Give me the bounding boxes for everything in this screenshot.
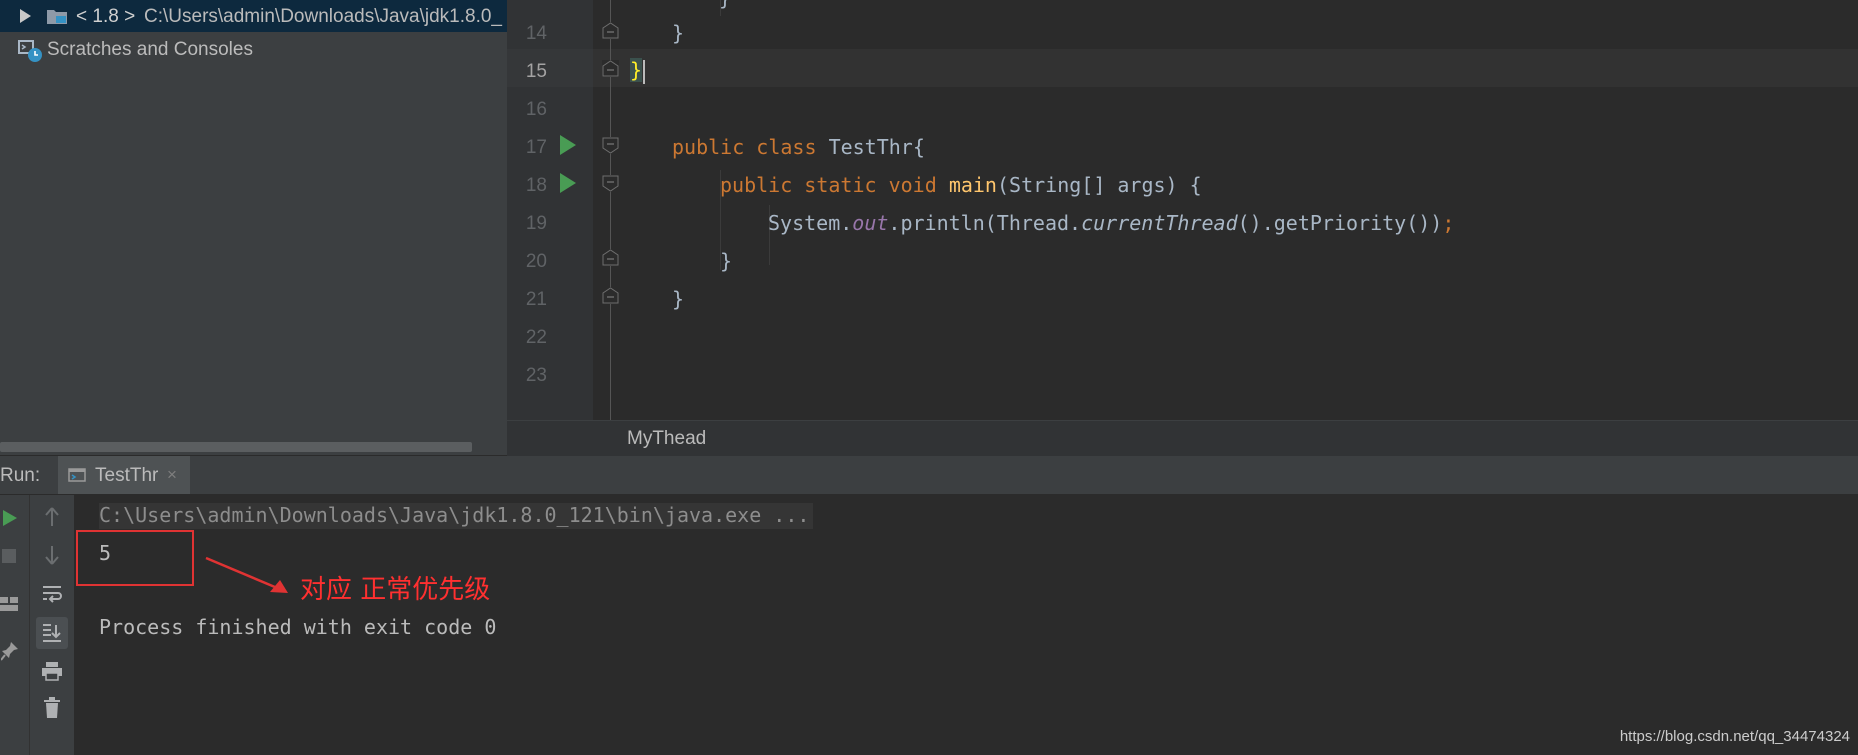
breadcrumb: MyThead bbox=[507, 420, 1858, 456]
line-number: 13 bbox=[513, 0, 547, 4]
class-name: TestThr{ bbox=[828, 135, 925, 159]
jdk-version-label: < 1.8 > bbox=[76, 6, 136, 27]
trash-icon[interactable] bbox=[43, 697, 61, 719]
code-line: } bbox=[672, 21, 685, 45]
pin-icon[interactable] bbox=[1, 641, 19, 661]
line-number: 19 bbox=[525, 213, 547, 234]
fold-end-icon[interactable] bbox=[602, 60, 619, 77]
console-command-line: C:\Users\admin\Downloads\Java\jdk1.8.0_1… bbox=[99, 503, 814, 529]
fold-start-icon[interactable] bbox=[602, 137, 619, 154]
console-exit-message: Process finished with exit code 0 bbox=[99, 615, 497, 639]
code-line: } bbox=[720, 249, 733, 273]
line-number-current: 15 bbox=[525, 61, 547, 82]
annotation-arrow-icon bbox=[205, 556, 288, 593]
project-panel: < 1.8 > C:\Users\admin\Downloads\Java\jd… bbox=[0, 0, 507, 455]
library-folder-icon bbox=[47, 10, 67, 24]
keyword: class bbox=[756, 135, 817, 159]
code-text: (String[] args) { bbox=[996, 173, 1202, 197]
stop-icon[interactable] bbox=[2, 549, 16, 563]
arrow-up-icon[interactable] bbox=[44, 507, 60, 527]
text-caret bbox=[643, 59, 646, 84]
line-number: 22 bbox=[525, 327, 547, 348]
fold-end-icon[interactable] bbox=[602, 287, 619, 304]
expand-arrow-icon[interactable] bbox=[20, 9, 31, 23]
current-line-highlight bbox=[593, 49, 1858, 87]
keyword: static bbox=[804, 173, 877, 197]
run-toolbar-right bbox=[30, 495, 75, 755]
fold-end-icon[interactable] bbox=[602, 22, 619, 39]
jdk-path-label: C:\Users\admin\Downloads\Java\jdk1.8.0_ bbox=[144, 6, 503, 27]
semicolon: ; bbox=[1442, 211, 1455, 235]
close-icon[interactable]: × bbox=[167, 465, 177, 485]
rerun-icon[interactable] bbox=[2, 509, 18, 527]
static-method: currentThread bbox=[1081, 211, 1238, 235]
console-output-area[interactable]: C:\Users\admin\Downloads\Java\jdk1.8.0_1… bbox=[75, 495, 1858, 755]
line-number: 21 bbox=[525, 289, 547, 310]
code-line: } bbox=[719, 0, 731, 10]
code-editor[interactable]: 13 14 15 16 17 18 19 20 21 22 23 } } } p… bbox=[507, 0, 1858, 420]
fold-end-icon[interactable] bbox=[602, 249, 619, 266]
project-horizontal-scrollbar[interactable] bbox=[0, 442, 472, 452]
code-text: System. bbox=[768, 211, 853, 235]
breadcrumb-item[interactable]: MyThead bbox=[627, 428, 706, 450]
annotation-text: 对应 正常优先级 bbox=[300, 575, 491, 605]
run-toolwindow-header: Run: TestThr × bbox=[0, 456, 1858, 495]
console-tab-icon bbox=[68, 468, 86, 482]
run-tab-testthr[interactable]: TestThr × bbox=[58, 456, 190, 494]
run-toolbar-left bbox=[0, 495, 30, 755]
code-line: public static void main(String[] args) { bbox=[720, 173, 1202, 197]
line-number: 17 bbox=[525, 137, 547, 158]
soft-wrap-icon[interactable] bbox=[41, 583, 63, 605]
keyword: void bbox=[888, 173, 937, 197]
code-text: .println(Thread. bbox=[888, 211, 1082, 235]
code-text: ().getPriority()) bbox=[1237, 211, 1443, 235]
line-number: 23 bbox=[525, 365, 547, 386]
line-number: 14 bbox=[525, 23, 547, 44]
restore-layout-icon[interactable] bbox=[0, 596, 18, 612]
keyword: public bbox=[672, 135, 745, 159]
watermark: https://blog.csdn.net/qq_34474324 bbox=[1619, 728, 1850, 745]
line-number: 20 bbox=[525, 251, 547, 272]
run-class-gutter-icon[interactable] bbox=[560, 135, 576, 155]
code-line-current: } bbox=[630, 58, 646, 84]
tree-item-scratches[interactable]: Scratches and Consoles bbox=[0, 34, 507, 66]
run-main-gutter-icon[interactable] bbox=[560, 173, 576, 193]
scratches-label: Scratches and Consoles bbox=[47, 39, 253, 60]
run-tab-label: TestThr bbox=[95, 465, 159, 486]
tree-item-jdk[interactable]: < 1.8 > C:\Users\admin\Downloads\Java\jd… bbox=[0, 0, 507, 32]
keyword: public bbox=[720, 173, 793, 197]
scroll-to-end-toggle[interactable] bbox=[36, 617, 68, 649]
scratches-icon bbox=[18, 40, 42, 62]
code-line: public class TestThr{ bbox=[672, 135, 925, 159]
line-number: 18 bbox=[525, 175, 547, 196]
run-title: Run: bbox=[0, 465, 41, 486]
code-line: } bbox=[672, 287, 685, 311]
matched-brace: } bbox=[630, 58, 643, 82]
code-line: System.out.println(Thread.currentThread(… bbox=[768, 211, 1454, 235]
annotation-highlight-box bbox=[76, 530, 194, 586]
fold-start-icon[interactable] bbox=[602, 175, 619, 192]
method-name: main bbox=[948, 173, 997, 197]
static-field: out bbox=[852, 211, 889, 235]
line-number: 16 bbox=[525, 99, 547, 120]
scroll-to-end-icon bbox=[43, 624, 61, 642]
print-icon[interactable] bbox=[41, 661, 63, 681]
arrow-down-icon[interactable] bbox=[44, 545, 60, 565]
